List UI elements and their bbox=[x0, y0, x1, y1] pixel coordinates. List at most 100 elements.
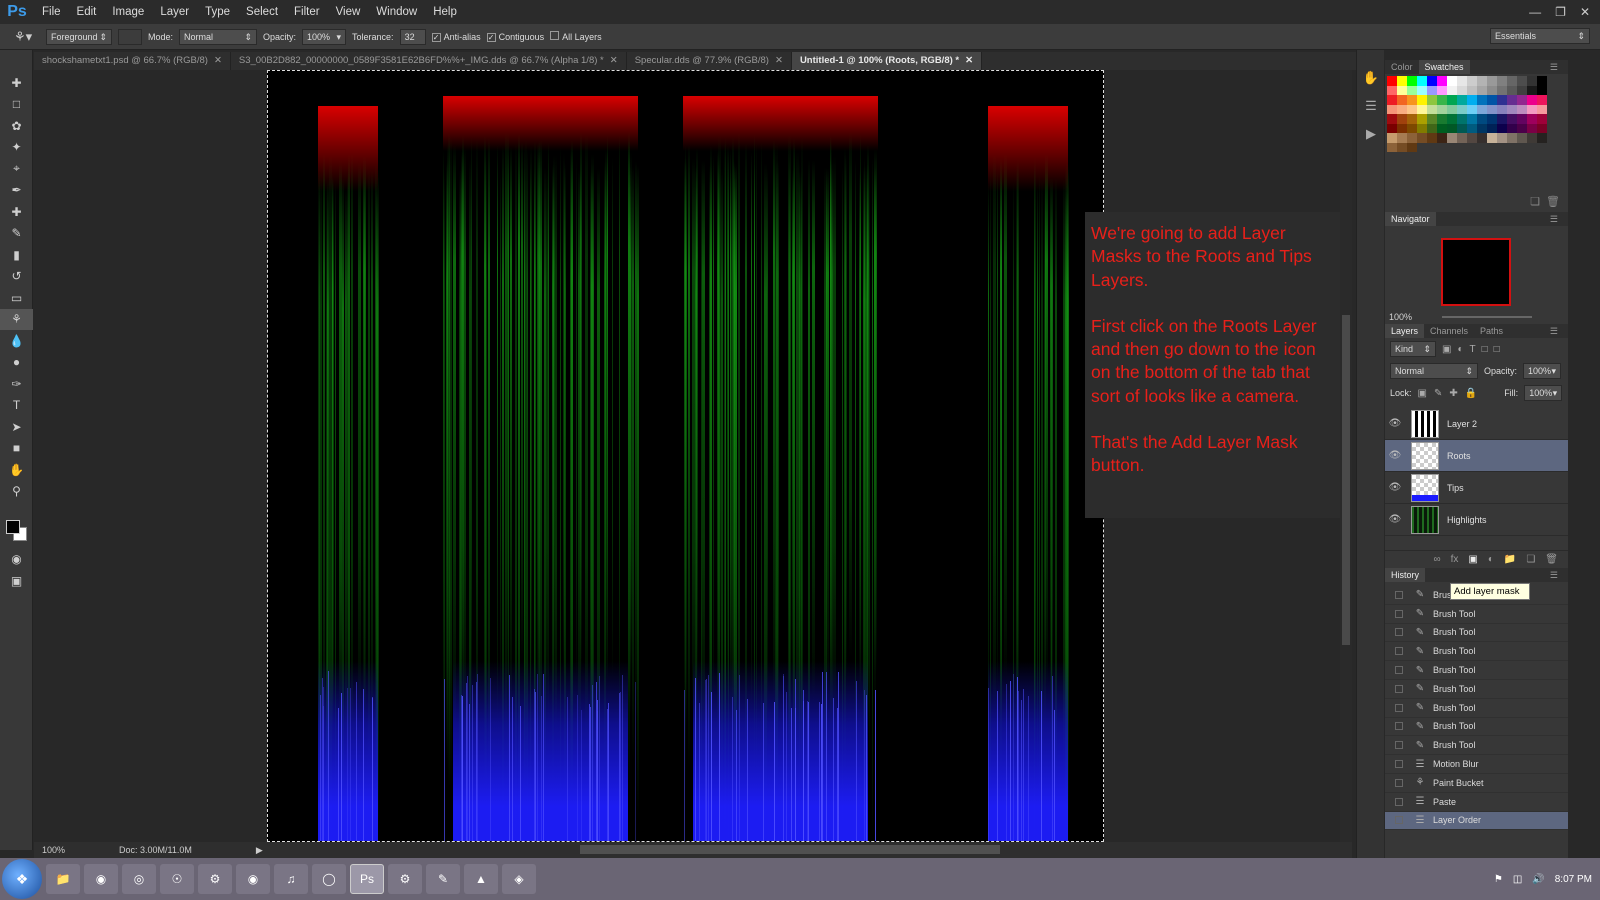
color-swatch[interactable] bbox=[1417, 85, 1427, 95]
color-swatch[interactable] bbox=[1407, 95, 1417, 105]
color-swatch[interactable] bbox=[1517, 104, 1527, 114]
panel-menu-icon[interactable]: ☰ bbox=[1544, 324, 1564, 338]
color-swatch[interactable] bbox=[1457, 104, 1467, 114]
color-swatch[interactable] bbox=[1497, 95, 1507, 105]
history-item[interactable]: ✎ Brush Tool bbox=[1385, 699, 1568, 718]
color-swatch[interactable] bbox=[1507, 95, 1517, 105]
firefox-icon[interactable]: ◉ bbox=[84, 864, 118, 894]
color-swatch[interactable] bbox=[1497, 123, 1507, 133]
history-item[interactable]: ⚘ Paint Bucket bbox=[1385, 774, 1568, 793]
eraser-tool-icon[interactable]: ▭ bbox=[0, 287, 33, 309]
photoshop-taskbar-icon[interactable]: Ps bbox=[350, 864, 384, 894]
actions-play-icon[interactable]: ▶ bbox=[1357, 120, 1385, 148]
color-swatch[interactable] bbox=[1457, 95, 1467, 105]
color-swatch[interactable] bbox=[1487, 133, 1497, 143]
marquee-tool-icon[interactable]: □ bbox=[0, 94, 33, 116]
color-swatch[interactable] bbox=[1397, 76, 1407, 86]
color-swatch[interactable] bbox=[1387, 133, 1397, 143]
paint-icon[interactable]: ✎ bbox=[426, 864, 460, 894]
tolerance-field[interactable]: 32 bbox=[399, 28, 426, 45]
lock-icons[interactable]: ▣✎✚🔒 bbox=[1418, 388, 1485, 399]
menu-layer[interactable]: Layer bbox=[152, 0, 197, 24]
color-swatch[interactable] bbox=[1457, 133, 1467, 143]
app-icon[interactable]: ◉ bbox=[236, 864, 270, 894]
color-swatch[interactable] bbox=[1407, 114, 1417, 124]
color-swatch[interactable] bbox=[1537, 95, 1547, 105]
close-icon[interactable]: ✕ bbox=[965, 52, 973, 70]
stamp-tool-icon[interactable]: ▮ bbox=[0, 244, 33, 266]
color-swatch[interactable] bbox=[1507, 85, 1517, 95]
color-swatch[interactable] bbox=[1397, 133, 1407, 143]
color-swatch[interactable] bbox=[1387, 123, 1397, 133]
color-swatch[interactable] bbox=[1437, 104, 1447, 114]
color-swatch[interactable] bbox=[1467, 114, 1477, 124]
history-item[interactable]: ✎ Brush Tool bbox=[1385, 718, 1568, 737]
pattern-picker[interactable] bbox=[118, 28, 142, 45]
color-swatch[interactable] bbox=[1487, 123, 1497, 133]
color-swatch[interactable] bbox=[1517, 76, 1527, 86]
start-button[interactable]: ❖ bbox=[2, 859, 42, 899]
color-swatch[interactable] bbox=[1537, 76, 1547, 86]
color-swatch[interactable] bbox=[1497, 114, 1507, 124]
color-swatch[interactable] bbox=[1427, 76, 1437, 86]
tool-presets-icon[interactable]: ✋ bbox=[1357, 64, 1385, 92]
history-snapshot-box[interactable] bbox=[1395, 760, 1403, 769]
panel-menu-icon[interactable]: ☰ bbox=[1544, 568, 1564, 582]
color-swatch[interactable] bbox=[1527, 104, 1537, 114]
adjustment-layer-icon[interactable]: ◐ bbox=[1488, 554, 1494, 565]
close-icon[interactable]: ✕ bbox=[775, 52, 783, 70]
horizontal-scrollbar[interactable] bbox=[580, 845, 1000, 854]
color-swatch[interactable] bbox=[1437, 123, 1447, 133]
menu-select[interactable]: Select bbox=[238, 0, 286, 24]
color-swatch[interactable] bbox=[1507, 133, 1517, 143]
history-snapshot-box[interactable] bbox=[1395, 741, 1403, 750]
paint-bucket-tool-icon[interactable]: ⚘ bbox=[0, 308, 33, 330]
color-swatch[interactable] bbox=[1487, 104, 1497, 114]
color-swatch[interactable] bbox=[1477, 85, 1487, 95]
quick-select-tool-icon[interactable]: ✦ bbox=[0, 137, 33, 159]
color-swatch[interactable] bbox=[1407, 133, 1417, 143]
doc-tab-active[interactable]: Untitled-1 @ 100% (Roots, RGB/8) * ✕ bbox=[791, 52, 983, 70]
color-swatch[interactable] bbox=[1467, 123, 1477, 133]
explorer-icon[interactable]: 📁 bbox=[46, 864, 80, 894]
panel-menu-icon[interactable]: ☰ bbox=[1544, 212, 1564, 226]
contiguous-checkbox[interactable]: ✓ Contiguous bbox=[486, 32, 544, 42]
origin-icon[interactable]: ◯ bbox=[312, 864, 346, 894]
color-swatch[interactable] bbox=[1487, 95, 1497, 105]
color-swatch[interactable] bbox=[1447, 76, 1457, 86]
flag-icon[interactable]: ⚑ bbox=[1494, 874, 1503, 885]
color-swatch[interactable] bbox=[1397, 114, 1407, 124]
close-icon[interactable]: ✕ bbox=[214, 52, 222, 70]
globe-icon[interactable]: ☉ bbox=[160, 864, 194, 894]
color-swatch[interactable] bbox=[1457, 114, 1467, 124]
color-swatch[interactable] bbox=[1417, 114, 1427, 124]
trash-icon[interactable]: 🗑 bbox=[1546, 195, 1560, 208]
history-brush-tool-icon[interactable]: ↺ bbox=[0, 266, 33, 288]
color-swatch[interactable] bbox=[1477, 104, 1487, 114]
panel-menu-icon[interactable]: ☰ bbox=[1544, 60, 1564, 74]
color-swatch[interactable] bbox=[1477, 114, 1487, 124]
menu-help[interactable]: Help bbox=[425, 0, 465, 24]
trash-icon[interactable]: 🗑 bbox=[1545, 554, 1558, 565]
color-swatch[interactable] bbox=[1517, 85, 1527, 95]
color-swatch[interactable] bbox=[1517, 123, 1527, 133]
kind-filter-select[interactable]: Kind ⇕ bbox=[1390, 341, 1436, 357]
document-canvas[interactable] bbox=[267, 70, 1104, 842]
crop-tool-icon[interactable]: ⌖ bbox=[0, 158, 33, 180]
color-swatch[interactable] bbox=[1507, 114, 1517, 124]
color-swatch[interactable] bbox=[1467, 95, 1477, 105]
color-swatch[interactable] bbox=[1487, 85, 1497, 95]
color-swatch[interactable] bbox=[1457, 123, 1467, 133]
group-folder-icon[interactable]: 📁 bbox=[1504, 554, 1516, 565]
layer-row-selected[interactable]: 👁 Roots bbox=[1385, 440, 1568, 472]
navigator-zoom-slider[interactable] bbox=[1442, 316, 1533, 318]
volume-icon[interactable]: 🔊 bbox=[1532, 874, 1544, 885]
color-swatch[interactable] bbox=[1427, 85, 1437, 95]
doc-tab[interactable]: shockshametxt1.psd @ 66.7% (RGB/8) ✕ bbox=[34, 52, 231, 70]
color-swatch[interactable] bbox=[1417, 76, 1427, 86]
color-swatch[interactable] bbox=[1527, 85, 1537, 95]
history-item[interactable]: ✎ Brush Tool bbox=[1385, 642, 1568, 662]
history-snapshot-box[interactable] bbox=[1395, 684, 1403, 693]
add-layer-mask-icon[interactable]: ▣ bbox=[1468, 554, 1477, 565]
tab-history[interactable]: History bbox=[1385, 568, 1426, 582]
